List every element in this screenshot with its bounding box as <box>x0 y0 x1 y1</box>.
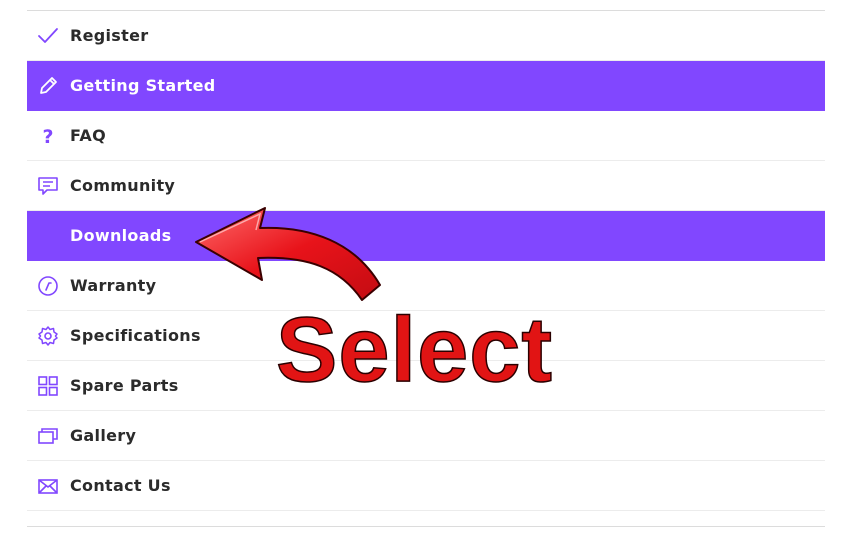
warranty-icon <box>37 275 59 297</box>
question-icon: ? <box>37 125 59 147</box>
gallery-icon <box>37 425 59 447</box>
menu-item-label: Community <box>70 176 176 195</box>
menu-item-label: Gallery <box>70 426 137 445</box>
gear-icon <box>37 325 59 347</box>
chat-icon <box>37 175 59 197</box>
menu-item-label: Downloads <box>70 226 172 245</box>
envelope-icon <box>37 475 59 497</box>
menu-item-getting-started[interactable]: Getting Started <box>27 61 825 111</box>
menu-item-downloads[interactable]: Downloads <box>27 211 825 261</box>
menu-item-community[interactable]: Community <box>27 161 825 211</box>
menu-item-label: Specifications <box>70 326 201 345</box>
divider <box>27 526 825 527</box>
grid-icon <box>37 375 59 397</box>
menu-item-label: Getting Started <box>70 76 216 95</box>
menu-item-register[interactable]: Register <box>27 11 825 61</box>
menu-item-label: Contact Us <box>70 476 171 495</box>
menu-item-gallery[interactable]: Gallery <box>27 411 825 461</box>
menu-item-contact-us[interactable]: Contact Us <box>27 461 825 511</box>
svg-text:?: ? <box>42 126 53 147</box>
menu-item-label: FAQ <box>70 126 106 145</box>
checkmark-icon <box>37 25 59 47</box>
menu-item-label: Spare Parts <box>70 376 179 395</box>
menu-item-faq[interactable]: ? FAQ <box>27 111 825 161</box>
pencil-icon <box>37 75 59 97</box>
menu-item-label: Register <box>70 26 149 45</box>
annotation-arrow-icon <box>195 207 381 301</box>
menu-item-label: Warranty <box>70 276 157 295</box>
annotation-select-text: Select <box>275 299 554 401</box>
support-menu: Register Getting Started ? FAQ Community… <box>27 10 825 511</box>
